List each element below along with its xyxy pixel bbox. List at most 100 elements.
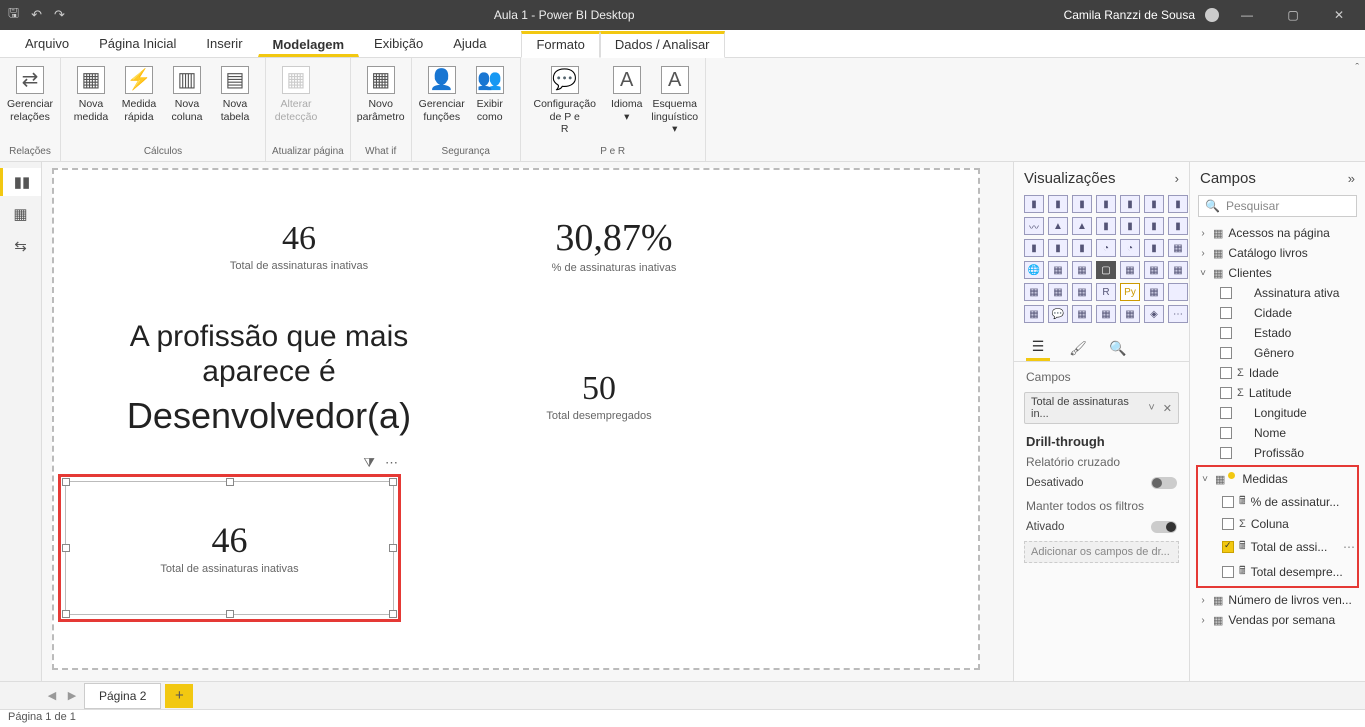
measure-node[interactable]: 🖩Total desempre...: [1198, 559, 1357, 584]
field-node[interactable]: Cidade: [1196, 303, 1359, 323]
viz-type-icon[interactable]: ▦: [1168, 239, 1188, 257]
viz-type-icon[interactable]: ◈: [1144, 305, 1164, 323]
resize-handle[interactable]: [226, 478, 234, 486]
viz-type-py-icon[interactable]: Py: [1120, 283, 1140, 301]
collapse-ribbon-icon[interactable]: ˆ: [1355, 62, 1359, 74]
new-column-button[interactable]: ▥Nova coluna: [163, 62, 211, 127]
viz-type-icon[interactable]: ▦: [1048, 283, 1068, 301]
viz-type-icon[interactable]: R: [1096, 283, 1116, 301]
language-button[interactable]: AIdioma ▾: [603, 62, 651, 127]
measure-node[interactable]: 🖩% de assinatur...: [1198, 489, 1357, 514]
tab-home[interactable]: Página Inicial: [84, 29, 191, 57]
field-checkbox[interactable]: [1220, 327, 1232, 339]
viz-type-icon[interactable]: ▮: [1168, 195, 1188, 213]
viz-type-icon[interactable]: ▮: [1120, 217, 1140, 235]
report-canvas[interactable]: 46 Total de assinaturas inativas 30,87% …: [52, 168, 980, 670]
add-page-button[interactable]: +: [165, 684, 193, 708]
chevron-down-icon[interactable]: ˅: [1144, 402, 1158, 414]
viz-type-icon[interactable]: ▦: [1120, 261, 1140, 279]
minimize-button[interactable]: —: [1229, 8, 1265, 22]
viz-pane-header[interactable]: Visualizações ›: [1014, 162, 1189, 195]
fields-search-input[interactable]: 🔍 Pesquisar: [1198, 195, 1357, 217]
viz-type-icon[interactable]: ▮: [1144, 217, 1164, 235]
field-node[interactable]: Estado: [1196, 323, 1359, 343]
viz-type-icon[interactable]: 🌐: [1024, 261, 1044, 279]
field-checkbox[interactable]: [1220, 427, 1232, 439]
measure-node[interactable]: ΣColuna: [1198, 514, 1357, 534]
new-measure-button[interactable]: ▦Nova medida: [67, 62, 115, 127]
field-node[interactable]: Longitude: [1196, 403, 1359, 423]
viz-type-icon[interactable]: [1168, 283, 1188, 301]
model-view-button[interactable]: ⇆: [5, 232, 37, 260]
viz-type-icon[interactable]: ▲: [1072, 217, 1092, 235]
table-node[interactable]: ›▦Acessos na página: [1196, 223, 1359, 243]
field-checkbox[interactable]: [1220, 347, 1232, 359]
field-checkbox[interactable]: [1220, 287, 1232, 299]
text-visual[interactable]: A profissão que mais aparece é Desenvolv…: [84, 320, 454, 437]
fields-pane-header[interactable]: Campos »: [1190, 162, 1365, 195]
prev-page-button[interactable]: ◀: [42, 689, 62, 702]
viz-type-icon[interactable]: ◔: [1096, 239, 1116, 257]
viz-type-icon[interactable]: ▮: [1120, 195, 1140, 213]
field-checkbox[interactable]: [1222, 566, 1234, 578]
tab-insert[interactable]: Inserir: [191, 29, 257, 57]
filter-icon[interactable]: ⧩: [363, 455, 375, 471]
viz-type-icon[interactable]: 💬: [1048, 305, 1068, 323]
tab-help[interactable]: Ajuda: [438, 29, 501, 57]
field-checkbox[interactable]: [1220, 447, 1232, 459]
field-checkbox[interactable]: [1222, 496, 1234, 508]
page-tab[interactable]: Página 2: [84, 683, 161, 709]
viz-type-icon[interactable]: ◔: [1120, 239, 1140, 257]
field-checkbox[interactable]: [1220, 307, 1232, 319]
viz-type-icon[interactable]: ⋯: [1168, 305, 1188, 323]
viz-type-icon[interactable]: ▦: [1072, 283, 1092, 301]
viz-type-icon[interactable]: ▦: [1072, 305, 1092, 323]
field-checkbox[interactable]: [1220, 407, 1232, 419]
viz-type-icon[interactable]: ▲: [1048, 217, 1068, 235]
viz-type-icon[interactable]: ▮: [1072, 239, 1092, 257]
viz-type-icon[interactable]: ▦: [1048, 261, 1068, 279]
viz-type-icon[interactable]: ▦: [1072, 261, 1092, 279]
new-parameter-button[interactable]: ▦Novo parâmetro: [357, 62, 405, 127]
card-visual-1[interactable]: 46 Total de assinaturas inativas: [174, 220, 424, 272]
drill-drop-placeholder[interactable]: Adicionar os campos de dr...: [1024, 541, 1179, 563]
save-icon[interactable]: 🖫: [8, 4, 19, 26]
tab-format-context[interactable]: Formato: [521, 31, 599, 58]
resize-handle[interactable]: [389, 478, 397, 486]
viz-type-icon[interactable]: ▦: [1144, 261, 1164, 279]
keep-filters-toggle[interactable]: [1151, 521, 1177, 533]
field-checkbox[interactable]: [1220, 367, 1232, 379]
undo-icon[interactable]: ↶: [31, 7, 42, 23]
viz-type-icon[interactable]: ▮: [1024, 195, 1044, 213]
viz-type-icon[interactable]: ▦: [1024, 305, 1044, 323]
data-view-button[interactable]: ▦: [5, 200, 37, 228]
measure-node-selected[interactable]: 🖩Total de assi...⋯: [1198, 534, 1357, 559]
viz-type-icon[interactable]: ▦: [1024, 283, 1044, 301]
table-node-clientes[interactable]: ˅▦Clientes: [1196, 263, 1359, 283]
viz-type-icon[interactable]: ▦: [1144, 283, 1164, 301]
table-node-medidas[interactable]: ˅▦Medidas: [1198, 469, 1357, 489]
more-icon[interactable]: ⋯: [385, 455, 398, 471]
resize-handle[interactable]: [389, 610, 397, 618]
resize-handle[interactable]: [62, 610, 70, 618]
tab-view[interactable]: Exibição: [359, 29, 438, 57]
quick-measure-button[interactable]: ⚡Medida rápida: [115, 62, 163, 127]
chevron-right-icon[interactable]: »: [1348, 171, 1355, 186]
viz-type-icon[interactable]: ▮: [1048, 195, 1068, 213]
viz-type-icon[interactable]: ▮: [1024, 239, 1044, 257]
qa-config-button[interactable]: 💬Configuração de P e R: [527, 62, 603, 140]
new-table-button[interactable]: ▤Nova tabela: [211, 62, 259, 127]
viz-type-icon[interactable]: ▮: [1168, 217, 1188, 235]
tab-data-context[interactable]: Dados / Analisar: [600, 31, 725, 58]
field-node[interactable]: Gênero: [1196, 343, 1359, 363]
viz-type-icon[interactable]: ▮: [1072, 195, 1092, 213]
tab-modeling[interactable]: Modelagem: [258, 30, 360, 57]
table-node[interactable]: ›▦Número de livros ven...: [1196, 590, 1359, 610]
field-checkbox-checked[interactable]: [1222, 541, 1234, 553]
card-visual-2[interactable]: 30,87% % de assinaturas inativas: [484, 216, 744, 274]
field-node[interactable]: Nome: [1196, 423, 1359, 443]
viz-type-icon[interactable]: ▮: [1096, 217, 1116, 235]
field-node[interactable]: Profissão: [1196, 443, 1359, 463]
fields-well-tab[interactable]: ☰: [1026, 335, 1050, 361]
resize-handle[interactable]: [62, 478, 70, 486]
